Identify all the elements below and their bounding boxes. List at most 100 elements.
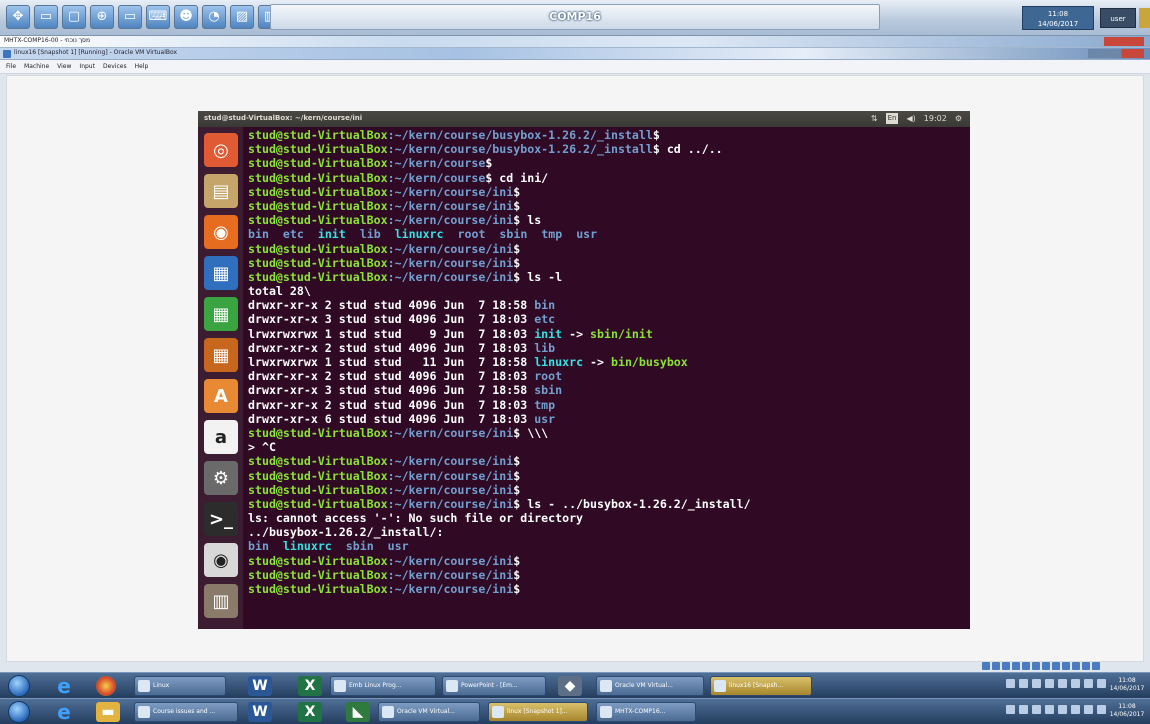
keyboard-layout-indicator[interactable]: En [885, 113, 899, 124]
tray-icon[interactable] [1062, 662, 1070, 670]
menu-input[interactable]: Input [79, 60, 95, 73]
tray-icon[interactable] [1032, 679, 1041, 688]
impress-icon[interactable]: ▦ [204, 338, 238, 372]
dvd-icon[interactable]: ◉ [204, 543, 238, 577]
firefox-icon[interactable]: ◉ [204, 215, 238, 249]
move-icon[interactable]: ✥ [6, 5, 30, 29]
minimize-icon[interactable]: ▭ [34, 5, 58, 29]
ie-icon[interactable]: e [52, 702, 76, 722]
window-icon[interactable]: ▢ [62, 5, 86, 29]
tray-icon[interactable] [1042, 662, 1050, 670]
ls-entry-link: linuxrc [534, 355, 584, 369]
tray-icon[interactable] [1012, 662, 1020, 670]
terminal-icon[interactable]: >_ [204, 502, 238, 536]
tray-icon[interactable] [1006, 705, 1015, 714]
taskbar-clock[interactable]: 11:08 14/06/2017 [1108, 703, 1146, 719]
prompt-user: stud@stud-VirtualBox [248, 184, 388, 199]
task-oracle-vm[interactable]: Oracle VM Virtual... [378, 702, 480, 722]
terminal-line: drwxr-xr-x 2 stud stud 4096 Jun 7 18:58 … [248, 298, 970, 312]
trash-icon[interactable]: ▥ [204, 584, 238, 618]
calc-icon[interactable]: ▦ [204, 297, 238, 331]
menu-view[interactable]: View [57, 60, 71, 73]
start-button[interactable] [8, 675, 30, 697]
tray-icon[interactable] [1006, 679, 1015, 688]
network-icon[interactable]: ⇅ [871, 113, 878, 124]
panel-clock[interactable]: 19:02 [924, 113, 947, 124]
word-icon[interactable]: W [248, 676, 272, 696]
task-mhtx[interactable]: MHTX-COMP16... [596, 702, 696, 722]
app-icon[interactable]: ◣ [346, 702, 370, 722]
tray-icon[interactable] [1045, 705, 1054, 714]
tray-icon[interactable] [1052, 662, 1060, 670]
tray-icon[interactable] [992, 662, 1000, 670]
menu-devices[interactable]: Devices [103, 60, 127, 73]
users-icon[interactable]: ☻ [174, 5, 198, 29]
tray-icon[interactable] [1092, 662, 1100, 670]
explorer-icon[interactable]: ▬ [96, 702, 120, 722]
tray-icon[interactable] [1022, 662, 1030, 670]
tray-icon[interactable] [1071, 679, 1080, 688]
menu-file[interactable]: File [6, 60, 16, 73]
ie-icon[interactable]: e [52, 676, 76, 696]
ubuntu-dash-icon[interactable]: ◎ [204, 133, 238, 167]
menu-machine[interactable]: Machine [24, 60, 49, 73]
tray-icon[interactable] [1084, 705, 1093, 714]
tray-icon[interactable] [1002, 662, 1010, 670]
terminal-line: stud@stud-VirtualBox:~/kern/course/ini$ … [248, 213, 970, 227]
task-emb-linux[interactable]: Emb Linux Prog... [330, 676, 436, 696]
task-linux-snapshot[interactable]: linux [Snapshot 1]... [488, 702, 588, 722]
tray-icon[interactable] [1032, 705, 1041, 714]
output-text: drwxr-xr-x 2 stud stud 4096 Jun 7 18:03 [248, 369, 535, 384]
tray-icon[interactable] [1045, 679, 1054, 688]
tray-icon[interactable] [1097, 705, 1106, 714]
image-icon[interactable]: ▨ [230, 5, 254, 29]
tray-icon[interactable] [1032, 662, 1040, 670]
window-controls[interactable] [1104, 37, 1144, 46]
tray-icon[interactable] [1084, 679, 1093, 688]
terminal-output[interactable]: stud@stud-VirtualBox:~/kern/course/busyb… [246, 127, 970, 629]
remote-user[interactable]: user [1100, 8, 1136, 28]
terminal-line: stud@stud-VirtualBox:~/kern/course/ini$ [248, 199, 970, 213]
remote-close-button[interactable] [1139, 8, 1150, 28]
tray-icon[interactable] [1058, 705, 1067, 714]
menu-help[interactable]: Help [135, 60, 149, 73]
files-icon[interactable]: ▤ [204, 174, 238, 208]
excel-icon[interactable]: X [298, 702, 322, 722]
start-button[interactable] [8, 701, 30, 723]
tray-icon[interactable] [1019, 705, 1028, 714]
terminal-line: bin linuxrc sbin usr [248, 539, 970, 553]
taskbar-clock[interactable]: 11:08 14/06/2017 [1108, 677, 1146, 693]
keyboard-icon[interactable]: ⌨ [146, 5, 170, 29]
amazon-icon[interactable]: a [204, 420, 238, 454]
tray-icon[interactable] [1097, 679, 1106, 688]
chrome-icon[interactable] [96, 676, 116, 696]
terminal-line: total 28\ [248, 284, 970, 298]
output-text: drwxr-xr-x 2 stud stud 4096 Jun 7 18:03 [248, 397, 535, 412]
task-oracle-vm[interactable]: Oracle VM Virtual... [596, 676, 704, 696]
tray-icon[interactable] [1082, 662, 1090, 670]
tray-icon[interactable] [982, 662, 990, 670]
tray-icon[interactable] [1071, 705, 1080, 714]
power-gear-icon[interactable]: ⚙ [955, 113, 962, 124]
tray-icon[interactable] [1019, 679, 1028, 688]
task-linux16[interactable]: linux16 [Snapsh... [710, 676, 812, 696]
task-linux[interactable]: Linux [134, 676, 226, 696]
writer-icon[interactable]: ▦ [204, 256, 238, 290]
word-icon[interactable]: W [248, 702, 272, 722]
excel-icon[interactable]: X [298, 676, 322, 696]
globe-icon[interactable]: ⊕ [90, 5, 114, 29]
command-text: $ [513, 454, 521, 469]
terminal-line: drwxr-xr-x 2 stud stud 4096 Jun 7 18:03 … [248, 341, 970, 355]
ls-entry-dir: usr [387, 539, 409, 554]
vbox-window-controls[interactable] [1088, 49, 1144, 58]
monitor-icon[interactable]: ▭ [118, 5, 142, 29]
tray-icon[interactable] [1072, 662, 1080, 670]
task-powerpoint[interactable]: PowerPoint - [Em... [442, 676, 546, 696]
software-center-icon[interactable]: A [204, 379, 238, 413]
volume-icon[interactable]: ◀) [906, 113, 915, 124]
tray-icon[interactable] [1058, 679, 1067, 688]
task-course-issues[interactable]: Course issues and ... [134, 702, 238, 722]
chart-icon[interactable]: ◔ [202, 5, 226, 29]
app-icon[interactable]: ◆ [558, 676, 582, 696]
settings-icon[interactable]: ⚙ [204, 461, 238, 495]
